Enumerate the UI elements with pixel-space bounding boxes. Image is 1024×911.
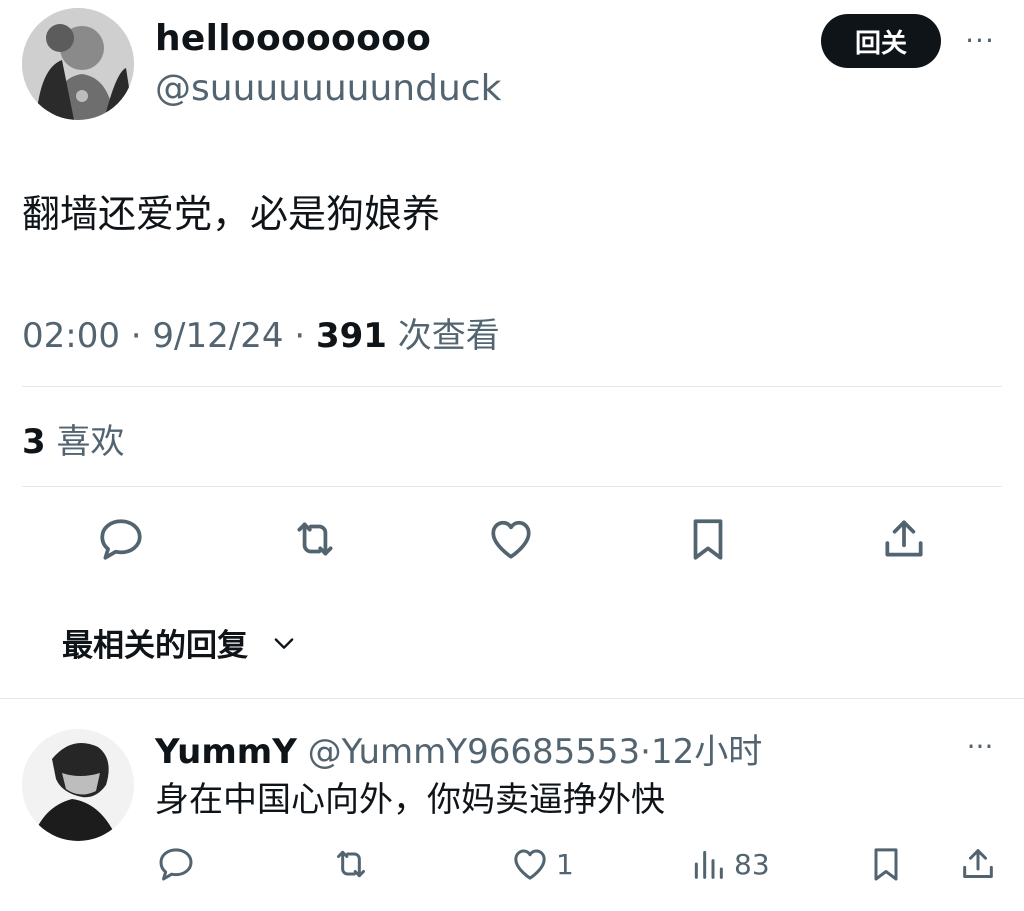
chevron-down-icon [274,637,294,649]
tweet-time[interactable]: 02:00 [22,316,120,356]
reply-views-button[interactable]: 83 [688,842,770,886]
divider [22,386,1002,387]
meta-separator: · [130,316,142,356]
divider [22,486,1002,487]
avatar[interactable] [22,8,134,120]
reply-text: 身在中国心向外，你妈卖逼挣外快 [155,780,665,820]
reply-more-options-icon[interactable]: ··· [960,726,1000,766]
user-handle[interactable]: @suuuuuuuunduck [155,68,501,109]
tweet-meta: 02:00 · 9/12/24 · 391 次查看 [22,308,500,357]
tweet-text: 翻墙还爱党，必是狗娘养 [22,192,441,236]
divider [0,698,1024,699]
reply-reply-button[interactable] [156,842,196,886]
display-name[interactable]: helloooooooo [155,18,431,59]
bookmark-icon[interactable] [683,514,733,564]
sort-label: 最相关的回复 [62,628,248,664]
like-icon [514,849,546,880]
reply-like-count: 1 [556,847,574,881]
reply-header: YummY @YummY96685553·12小时 [155,724,762,773]
more-options-icon[interactable]: ··· [960,20,1000,60]
retweet-icon [337,850,365,878]
likes-summary[interactable]: 3 喜欢 [22,414,124,463]
tweet-detail-page: helloooooooo @suuuuuuuunduck 回关 ··· 翻墙还爱… [0,0,1024,911]
share-icon[interactable] [879,514,929,564]
reply-share-button[interactable] [958,842,998,886]
reply-sort-selector[interactable]: 最相关的回复 [62,620,298,665]
tweet-date[interactable]: 9/12/24 [152,316,283,356]
reply-avatar-image [22,729,134,841]
meta-separator: · [294,316,306,356]
reply-handle[interactable]: @YummY96685553 [308,732,640,772]
reply-avatar[interactable] [22,729,134,841]
reply-retweet-button[interactable] [331,842,371,886]
likes-label: 喜欢 [56,422,125,462]
reply-like-button[interactable]: 1 [510,842,574,886]
reply-icon [159,848,193,881]
avatar-image [22,8,134,120]
like-icon[interactable] [486,514,536,564]
views-label: 次查看 [397,316,500,356]
reply-separator: · [640,732,651,772]
reply-time[interactable]: 12小时 [651,732,762,772]
reply-views-count: 83 [734,847,770,881]
reply-display-name[interactable]: YummY [155,732,297,772]
reply-icon[interactable] [96,514,146,564]
share-icon [963,849,993,878]
bookmark-icon [874,848,898,881]
views-count: 391 [315,316,387,356]
views-icon [694,850,723,879]
retweet-icon[interactable] [290,514,340,564]
follow-back-button[interactable]: 回关 [821,14,941,68]
reply-bookmark-button[interactable] [866,842,906,886]
likes-count: 3 [22,422,46,462]
